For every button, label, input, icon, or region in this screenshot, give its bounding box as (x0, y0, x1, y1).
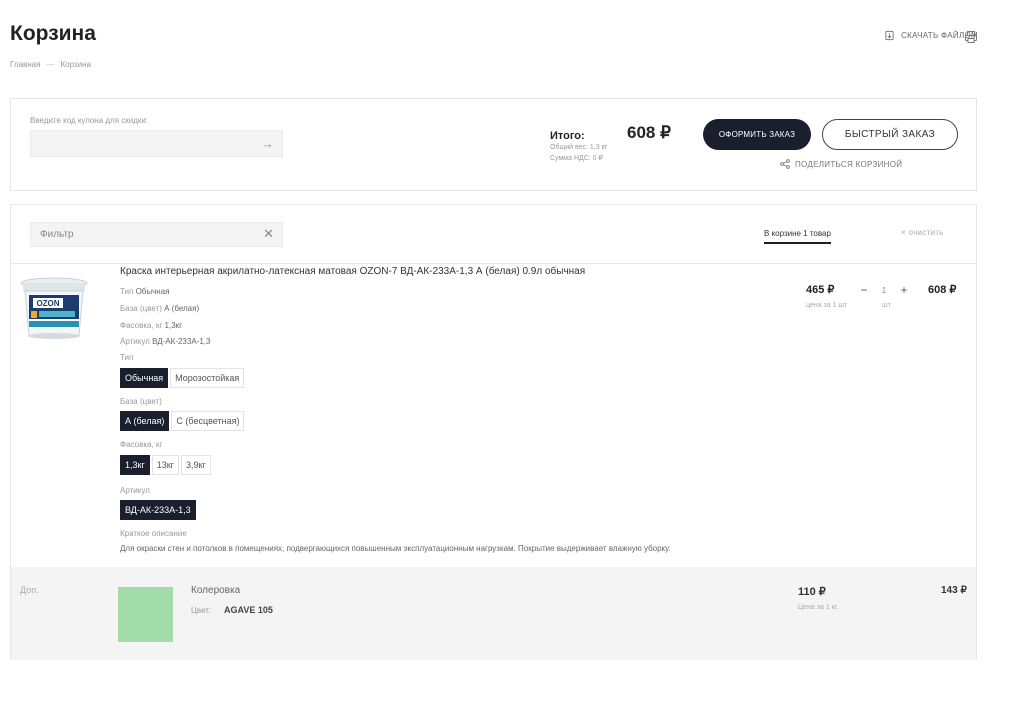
spec-base-label: База (цвет) (120, 304, 162, 313)
breadcrumb-home[interactable]: Главная (10, 60, 40, 69)
extra-color-value: AGAVE 105 (224, 605, 273, 615)
place-order-button[interactable]: Оформить заказ (703, 119, 811, 150)
option-pack-1-3[interactable]: 1,3кг (120, 455, 150, 475)
unit-price: 465 ₽ (806, 284, 835, 296)
divider (11, 263, 976, 264)
spec-type-value: Обычная (135, 287, 170, 296)
option-pack-label: Фасовка, кг (120, 440, 163, 449)
option-base-label: База (цвет) (120, 397, 162, 406)
spec-article-label: Артикул (120, 337, 150, 346)
description-text: Для окраски стен и потолков в помещениях… (120, 544, 671, 553)
spec-base: База (цвет) А (белая) (120, 304, 199, 313)
breadcrumb: Главная — Корзина (10, 60, 91, 69)
spec-base-value: А (белая) (164, 304, 200, 313)
option-pack-3-9[interactable]: 3,9кг (180, 455, 211, 475)
spec-pack-value: 1,3кг (164, 321, 183, 330)
share-cart-label: Поделиться корзиной (795, 159, 903, 169)
extra-price: 110 ₽ (798, 586, 826, 598)
coupon-label: Введите код купона для скидки: (30, 116, 149, 125)
extra-price-caption: Цена за 1 кг. (798, 604, 839, 611)
product-image[interactable]: OZON (19, 275, 89, 343)
option-article-group: ВД-АК-233А-1,3 (120, 500, 196, 520)
filter-input[interactable]: Фильтр ✕ (30, 222, 283, 247)
extra-label: Доп. (20, 585, 39, 595)
extra-color-label: Цвет: (191, 606, 212, 615)
download-icon (885, 30, 894, 41)
color-swatch (118, 587, 173, 642)
clear-cart-button[interactable]: × очистить (901, 228, 944, 237)
total-vat: Сумма НДС: 0 ₽ (550, 155, 603, 162)
qty-unit: шт (882, 302, 891, 309)
option-base-white[interactable]: А (белая) (120, 411, 170, 431)
option-type-label: Тип (120, 353, 134, 362)
option-pack-13[interactable]: 13кг (151, 455, 179, 475)
quantity-stepper: − 1 + (854, 280, 914, 300)
spec-pack-label: Фасовка, кг (120, 321, 163, 330)
share-cart-link[interactable]: Поделиться корзиной (780, 159, 902, 169)
total-value: 608 ₽ (627, 123, 671, 142)
breadcrumb-current: Корзина (60, 60, 91, 69)
extra-total: 143 ₽ (941, 585, 967, 596)
coupon-panel: Введите код купона для скидки: → Итого: … (10, 98, 977, 191)
option-type-regular[interactable]: Обычная (120, 368, 169, 388)
product-brand-text: OZON (36, 299, 59, 308)
spec-type-label: Тип (120, 287, 134, 296)
option-article-value[interactable]: ВД-АК-233А-1,3 (120, 500, 196, 520)
option-type-frost[interactable]: Морозостойкая (170, 368, 245, 388)
option-type-group: Обычная Морозостойкая (120, 368, 245, 388)
option-pack-group: 1,3кг 13кг 3,9кг (120, 455, 211, 475)
total-weight: Общий вес: 1,3 кг (550, 144, 608, 151)
quick-order-button[interactable]: Быстрый заказ (822, 119, 958, 150)
product-name[interactable]: Краска интерьерная акрилатно-латексная м… (120, 266, 585, 277)
option-article-label: Артикул (120, 486, 150, 495)
print-icon[interactable] (964, 30, 978, 44)
option-base-group: А (белая) С (бесцветная) (120, 411, 245, 431)
breadcrumb-separator: — (46, 60, 55, 69)
page-title: Корзина (10, 22, 96, 45)
extra-name: Колеровка (191, 585, 241, 596)
share-icon (780, 159, 790, 169)
spec-article: Артикул ВД-АК-233А-1,3 (120, 337, 210, 346)
coupon-input[interactable]: → (30, 130, 283, 157)
spec-pack: Фасовка, кг 1,3кг (120, 321, 182, 330)
spec-article-value: ВД-АК-233А-1,3 (152, 337, 211, 346)
unit-price-caption: цена за 1 шт (806, 302, 848, 309)
description-label: Краткое описание (120, 529, 187, 538)
qty-plus-button[interactable]: + (894, 280, 914, 300)
extra-service-row: Доп. Колеровка Цвет: AGAVE 105 110 ₽ Цен… (11, 567, 976, 660)
filter-placeholder: Фильтр (40, 229, 74, 240)
qty-value[interactable]: 1 (874, 286, 894, 295)
option-base-clear[interactable]: С (бесцветная) (171, 411, 245, 431)
total-label: Итого: (550, 130, 585, 142)
cart-count-tab[interactable]: В корзине 1 товар (764, 229, 831, 244)
close-icon[interactable]: ✕ (263, 226, 274, 242)
cart-panel: Фильтр ✕ В корзине 1 товар × очистить OZ… (10, 204, 977, 660)
spec-type: Тип Обычная (120, 287, 170, 296)
qty-minus-button[interactable]: − (854, 280, 874, 300)
arrow-right-icon[interactable]: → (261, 136, 274, 151)
line-total: 608 ₽ (928, 284, 957, 296)
